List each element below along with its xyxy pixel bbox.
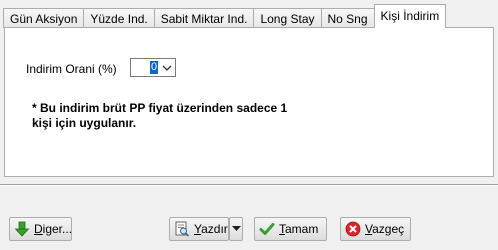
caret-down-icon [232, 226, 241, 231]
tab-no-sng[interactable]: No Sng [320, 8, 375, 28]
discount-rate-select[interactable]: 0 [130, 58, 176, 77]
discount-note-line-2: kişi için uygulanır. [32, 116, 137, 130]
tab-strip: Gün Aksiyon Yüzde Ind. Sabit Miktar Ind.… [3, 4, 447, 28]
green-check-icon [259, 223, 275, 235]
green-down-arrow-icon [14, 221, 30, 237]
discount-rate-value: 0 [150, 61, 158, 74]
print-dropdown-button[interactable] [229, 217, 243, 241]
print-button-label: Yazdır [194, 222, 228, 236]
cancel-button-label: Vazgeç [365, 222, 405, 236]
cancel-button[interactable]: Vazgeç [340, 217, 411, 241]
print-button[interactable]: Yazdır [169, 217, 229, 241]
ok-button-label: Tamam [279, 222, 319, 236]
other-button[interactable]: Diger... [9, 217, 72, 241]
discount-rate-label: Indirim Orani (%) [26, 62, 117, 76]
red-x-icon [345, 221, 361, 237]
tab-kisi-indirim[interactable]: Kişi İndirim [373, 4, 447, 28]
ok-button[interactable]: Tamam [254, 217, 327, 241]
print-preview-icon [175, 221, 190, 237]
discount-note-line-1: * Bu indirim brüt PP fiyat üzerinden sad… [32, 101, 288, 115]
divider-highlight [0, 185, 498, 186]
tab-yuzde-ind[interactable]: Yüzde Ind. [83, 8, 155, 28]
tab-long-stay[interactable]: Long Stay [253, 8, 322, 28]
discount-note: * Bu indirim brüt PP fiyat üzerinden sad… [32, 101, 332, 131]
other-button-label: Diger... [34, 222, 73, 236]
chevron-down-icon [162, 65, 172, 71]
tab-panel: Indirim Orani (%) 0 * Bu indirim brüt PP… [4, 27, 494, 177]
tab-gun-aksiyon[interactable]: Gün Aksiyon [3, 8, 85, 28]
tab-sabit-miktar-ind[interactable]: Sabit Miktar Ind. [153, 8, 255, 28]
button-bar: Diger... Yazdır Tamam Vazgeç [0, 204, 498, 250]
